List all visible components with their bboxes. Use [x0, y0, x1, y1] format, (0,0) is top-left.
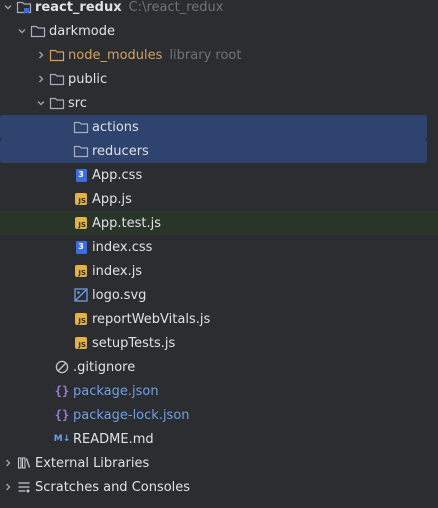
file-label: .gitignore — [73, 359, 136, 375]
folder-icon — [73, 143, 89, 159]
file-label: index.css — [92, 239, 153, 255]
chevron-right-icon[interactable] — [0, 451, 16, 475]
node-label: External Libraries — [35, 455, 150, 471]
module-folder-icon — [16, 0, 32, 15]
file-label: logo.svg — [92, 287, 147, 303]
folder-label: actions — [92, 119, 139, 135]
library-icon — [16, 455, 32, 471]
folder-icon — [49, 47, 65, 63]
file-label: App.test.js — [92, 215, 162, 231]
tree-item-darkmode[interactable]: darkmode — [0, 19, 438, 43]
markdown-file-icon: M↓ — [53, 434, 71, 444]
file-label: reportWebVitals.js — [92, 311, 211, 327]
tree-item-gitignore[interactable]: .gitignore — [0, 355, 438, 379]
file-label: App.css — [92, 167, 143, 183]
folder-label: public — [68, 71, 108, 87]
tree-item-report-web-vitals[interactable]: JS reportWebVitals.js — [0, 307, 438, 331]
file-label: App.js — [92, 191, 132, 207]
tree-item-scratches[interactable]: Scratches and Consoles — [0, 475, 438, 499]
tree-item-logo-svg[interactable]: logo.svg — [0, 283, 438, 307]
image-file-icon — [73, 287, 89, 303]
json-file-icon: {} — [54, 408, 70, 422]
tree-item-node-modules[interactable]: node_modules library root — [0, 43, 438, 67]
library-root-hint: library root — [169, 47, 242, 63]
json-file-icon: {} — [54, 384, 70, 398]
js-file-icon: JS — [73, 263, 89, 279]
chevron-down-icon[interactable] — [14, 19, 30, 43]
chevron-down-icon[interactable] — [33, 91, 49, 115]
chevron-right-icon[interactable] — [33, 43, 49, 67]
tree-item-package-lock-json[interactable]: {} package-lock.json — [0, 403, 438, 427]
chevron-down-icon[interactable] — [0, 0, 16, 19]
tree-item-app-test-js[interactable]: JS App.test.js — [0, 211, 438, 235]
file-label: package.json — [73, 383, 159, 399]
js-file-icon: JS — [73, 311, 89, 327]
folder-icon — [49, 95, 65, 111]
tree-item-index-css[interactable]: 3 index.css — [0, 235, 438, 259]
tree-item-app-js[interactable]: JS App.js — [0, 187, 438, 211]
tree-item-app-css[interactable]: 3 App.css — [0, 163, 438, 187]
folder-label: reducers — [92, 143, 149, 159]
css-file-icon: 3 — [73, 167, 89, 183]
tree-item-public[interactable]: public — [0, 67, 438, 91]
chevron-right-icon[interactable] — [33, 67, 49, 91]
folder-label: node_modules — [68, 47, 163, 63]
project-name: react_redux — [35, 0, 122, 15]
js-file-icon: JS — [73, 335, 89, 351]
tree-item-external-libraries[interactable]: External Libraries — [0, 451, 438, 475]
file-label: index.js — [92, 263, 143, 279]
tree-item-package-json[interactable]: {} package.json — [0, 379, 438, 403]
file-label: README.md — [73, 431, 154, 447]
node-label: Scratches and Consoles — [35, 479, 191, 495]
file-label: setupTests.js — [92, 335, 176, 351]
js-test-file-icon: JS — [73, 215, 89, 231]
folder-icon — [30, 23, 46, 39]
tree-item-index-js[interactable]: JS index.js — [0, 259, 438, 283]
folder-icon — [49, 71, 65, 87]
tree-item-readme[interactable]: M↓ README.md — [0, 427, 438, 451]
tree-item-project-root[interactable]: react_redux C:\react_redux — [0, 0, 438, 19]
css-file-icon: 3 — [73, 239, 89, 255]
js-file-icon: JS — [73, 191, 89, 207]
folder-label: darkmode — [49, 23, 115, 39]
folder-icon — [73, 119, 89, 135]
chevron-right-icon[interactable] — [0, 475, 16, 499]
file-label: package-lock.json — [73, 407, 190, 423]
project-path: C:\react_redux — [128, 0, 224, 15]
tree-item-src[interactable]: src — [0, 91, 438, 115]
folder-label: src — [68, 95, 87, 111]
tree-item-actions[interactable]: actions — [0, 115, 427, 139]
scratches-icon — [16, 479, 32, 495]
ignore-file-icon — [54, 359, 70, 375]
tree-item-setup-tests[interactable]: JS setupTests.js — [0, 331, 438, 355]
tree-item-reducers[interactable]: reducers — [0, 139, 427, 163]
